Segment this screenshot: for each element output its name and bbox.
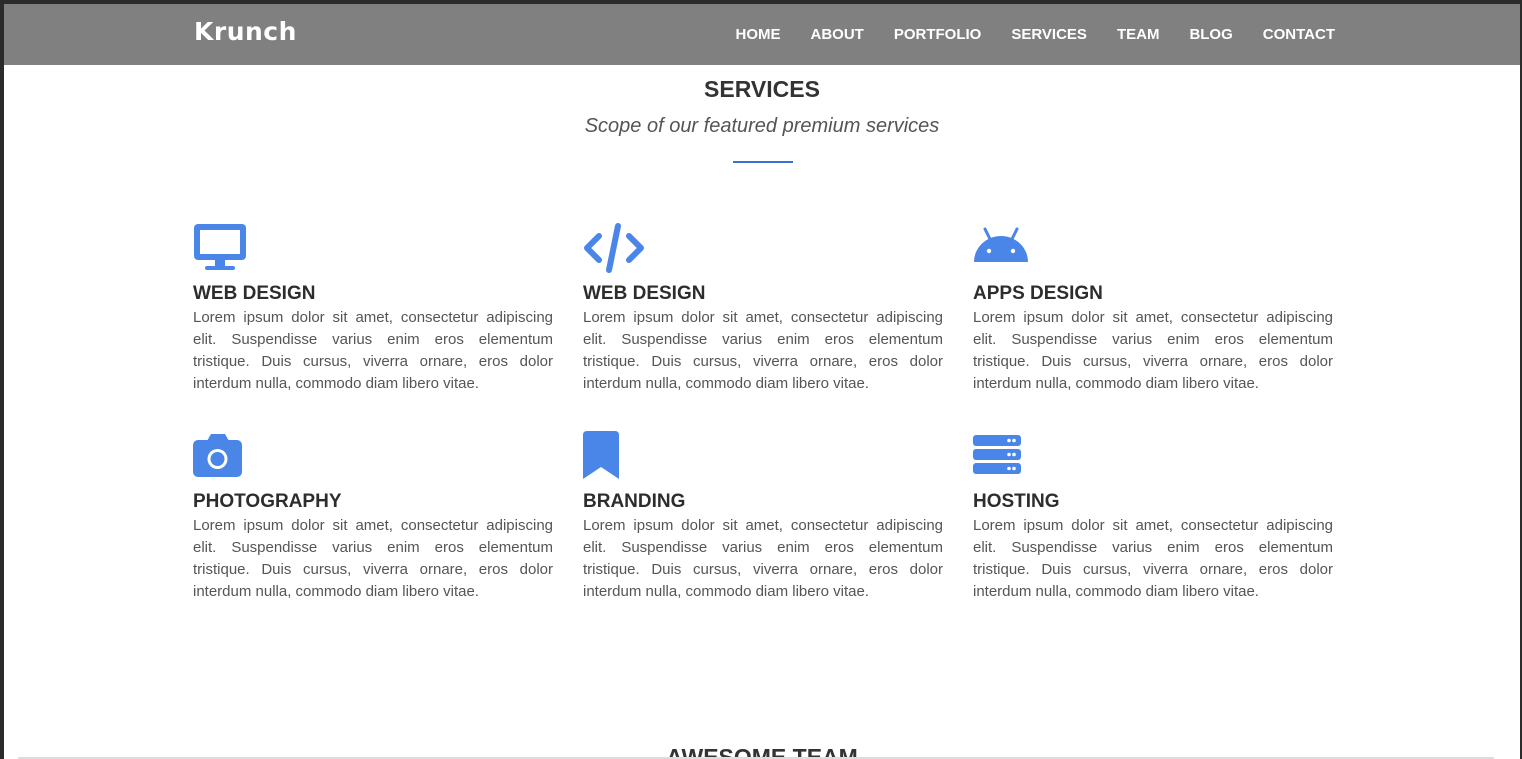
service-title: WEB DESIGN (583, 283, 706, 304)
service-description: Lorem ipsum dolor sit amet, consectetur … (193, 309, 553, 392)
nav-item-portfolio[interactable]: PORTFOLIO (894, 26, 982, 43)
nav-item-services[interactable]: SERVICES (1011, 26, 1087, 43)
service-description: Lorem ipsum dolor sit amet, consectetur … (193, 517, 553, 600)
code-icon (583, 223, 645, 278)
service-description: Lorem ipsum dolor sit amet, consectetur … (583, 309, 943, 392)
nav-item-blog[interactable]: BLOG (1189, 26, 1232, 43)
nav-item-team[interactable]: TEAM (1117, 26, 1160, 43)
service-description: Lorem ipsum dolor sit amet, consectetur … (973, 517, 1333, 600)
service-title: PHOTOGRAPHY (193, 491, 342, 512)
service-title: APPS DESIGN (973, 283, 1103, 304)
bookmark-icon (583, 431, 623, 486)
page-frame: Krunch HOME ABOUT PORTFOLIO SERVICES TEA… (4, 4, 1520, 759)
nav-menu: HOME ABOUT PORTFOLIO SERVICES TEAM BLOG … (736, 26, 1335, 43)
service-description: Lorem ipsum dolor sit amet, consectetur … (973, 309, 1333, 392)
server-icon (973, 431, 1023, 484)
android-icon (973, 223, 1029, 278)
nav-item-contact[interactable]: CONTACT (1263, 26, 1335, 43)
services-section-title: SERVICES (704, 76, 820, 102)
nav-item-about[interactable]: ABOUT (811, 26, 864, 43)
service-title: WEB DESIGN (193, 283, 316, 304)
monitor-icon (193, 223, 249, 278)
camera-icon (193, 431, 243, 484)
service-title: HOSTING (973, 491, 1060, 512)
nav-item-home[interactable]: HOME (736, 26, 781, 43)
brand-logo[interactable]: Krunch (194, 17, 297, 46)
services-section-subtitle: Scope of our featured premium services (584, 115, 940, 137)
service-description: Lorem ipsum dolor sit amet, consectetur … (583, 517, 943, 600)
top-navbar: Krunch HOME ABOUT PORTFOLIO SERVICES TEA… (4, 4, 1520, 65)
section-divider (733, 161, 793, 163)
service-title: BRANDING (583, 491, 686, 512)
